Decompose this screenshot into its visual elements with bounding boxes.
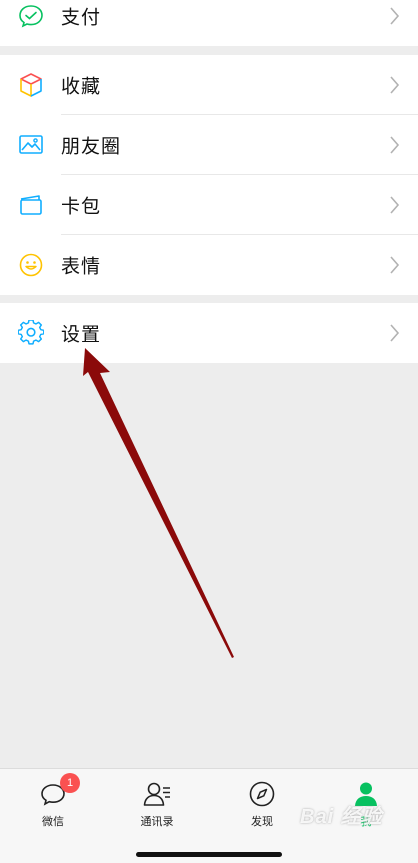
menu-item-label: 收藏 bbox=[61, 76, 102, 98]
tab-label: 通讯录 bbox=[140, 816, 174, 828]
menu-item-favorites[interactable]: 收藏 bbox=[0, 55, 418, 115]
tab-discover[interactable]: 发现 bbox=[210, 769, 314, 839]
chevron-right-icon bbox=[390, 76, 400, 94]
pay-icon bbox=[18, 3, 44, 29]
photo-icon bbox=[18, 132, 44, 158]
arrow-head bbox=[83, 348, 234, 658]
tab-chats[interactable]: 1 微信 bbox=[1, 769, 105, 839]
menu-item-stickers[interactable]: 表情 bbox=[0, 235, 418, 295]
unread-badge: 1 bbox=[60, 773, 80, 793]
menu-item-label: 朋友圈 bbox=[61, 136, 122, 158]
tab-label: 微信 bbox=[42, 816, 64, 828]
menu-item-label: 卡包 bbox=[61, 196, 102, 218]
chat-bubble-icon: 1 bbox=[38, 773, 80, 809]
menu-group-features: 收藏 朋友圈 卡包 表情 bbox=[0, 55, 418, 295]
gear-icon bbox=[18, 320, 44, 346]
tab-contacts[interactable]: 通讯录 bbox=[105, 769, 209, 839]
chevron-right-icon bbox=[390, 256, 400, 274]
menu-item-moments[interactable]: 朋友圈 bbox=[0, 115, 418, 175]
menu-item-cards[interactable]: 卡包 bbox=[0, 175, 418, 235]
chevron-right-icon bbox=[390, 324, 400, 342]
smiley-icon bbox=[18, 252, 44, 278]
contacts-icon bbox=[142, 779, 172, 809]
menu-group-settings: 设置 bbox=[0, 303, 418, 363]
chevron-right-icon bbox=[390, 196, 400, 214]
menu-item-label: 表情 bbox=[61, 256, 102, 278]
tab-label: 发现 bbox=[251, 816, 273, 828]
watermark: Bai 经验 bbox=[300, 806, 383, 828]
menu-item-label: 支付 bbox=[61, 7, 102, 29]
compass-icon bbox=[247, 779, 277, 809]
card-icon bbox=[18, 192, 44, 218]
menu-item-settings[interactable]: 设置 bbox=[0, 303, 418, 363]
menu-item-pay[interactable]: 支付 bbox=[0, 0, 418, 46]
chevron-right-icon bbox=[390, 136, 400, 154]
favorites-cube-icon bbox=[18, 72, 44, 98]
chevron-right-icon bbox=[390, 7, 400, 25]
home-indicator bbox=[136, 852, 282, 857]
menu-group-pay: 支付 bbox=[0, 0, 418, 46]
menu-item-label: 设置 bbox=[61, 324, 102, 346]
